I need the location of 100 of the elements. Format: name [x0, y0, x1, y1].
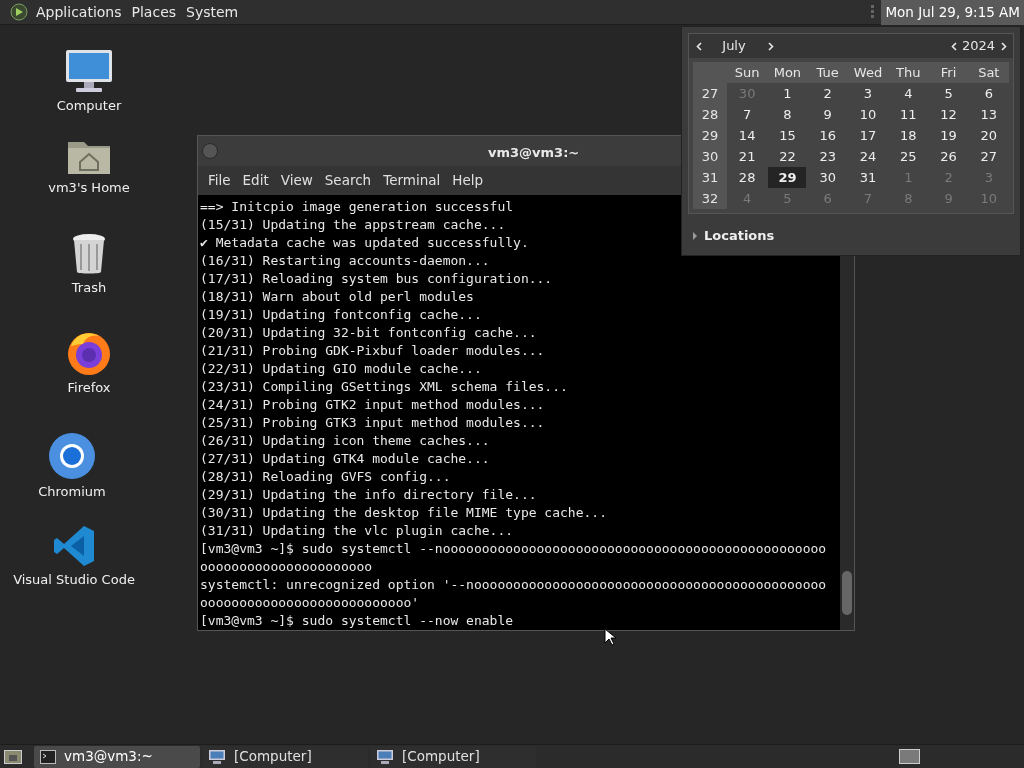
workspace-switcher[interactable]	[899, 749, 920, 764]
calendar-day[interactable]: 22	[768, 146, 807, 167]
calendar-day[interactable]: 8	[768, 104, 807, 125]
terminal-line: (28/31) Reloading GVFS config...	[200, 468, 451, 486]
terminal-line: (25/31) Probing GTK3 input method modules...	[200, 414, 545, 432]
weekday-header: Tue	[815, 64, 840, 82]
calendar-day[interactable]: 5	[929, 83, 968, 104]
calendar-day[interactable]: 12	[929, 104, 968, 125]
terminal-line: (26/31) Updating icon theme caches...	[200, 432, 490, 450]
weekday-header: Sun	[733, 64, 761, 82]
menu-item[interactable]: File	[204, 170, 235, 191]
calendar-day[interactable]: 26	[929, 146, 968, 167]
calendar-day[interactable]: 25	[889, 146, 928, 167]
calendar-day[interactable]: 2	[808, 83, 847, 104]
terminal-line: (29/31) Updating the info directory file...	[200, 486, 537, 504]
calendar-day[interactable]: 20	[969, 125, 1008, 146]
terminal-line: (30/31) Updating the desktop file MIME type cache...	[200, 504, 607, 522]
terminal-icon	[40, 749, 56, 764]
handle-icon	[871, 4, 876, 20]
calendar-day[interactable]: 28	[728, 167, 767, 188]
chevron-right-icon	[1001, 41, 1007, 51]
weekday-header: Wed	[852, 64, 884, 82]
terminal-line: ✔ Metadata cache was updated successfully.	[200, 234, 529, 252]
calendar-day[interactable]: 1	[768, 83, 807, 104]
calendar-day[interactable]: 24	[849, 146, 887, 167]
code-editor-icon	[52, 524, 96, 568]
trash-icon	[70, 232, 108, 276]
weekday-header: Thu	[895, 64, 922, 82]
calendar-day[interactable]: 17	[849, 125, 887, 146]
chevron-right-icon	[768, 41, 774, 51]
calendar-day[interactable]: 21	[728, 146, 767, 167]
calendar-day[interactable]: 30	[808, 167, 847, 188]
calendar-day[interactable]: 31	[849, 167, 887, 188]
window-title: vm3@vm3:~	[488, 144, 580, 162]
calendar-day[interactable]: 27	[969, 146, 1008, 167]
expander-icon	[692, 231, 698, 240]
terminal-line: (27/31) Updating GTK4 module cache...	[200, 450, 490, 468]
year-label: 2024	[961, 37, 995, 56]
calendar-day[interactable]: 14	[728, 125, 767, 146]
terminal-line: (16/31) Restarting accounts-daemon...	[200, 252, 490, 270]
terminal-line: (18/31) Warn about old perl modules	[200, 288, 474, 306]
menu-item[interactable]: Help	[448, 170, 488, 191]
monitor-icon	[208, 748, 226, 765]
panel-menu[interactable]: System	[184, 1, 241, 23]
monitor-icon	[64, 48, 114, 94]
calendar-day[interactable]: 4	[889, 83, 928, 104]
week-number: 27	[700, 85, 720, 103]
locations-expander[interactable]: Locations	[688, 226, 1014, 246]
calendar-day[interactable]: 16	[808, 125, 847, 146]
desktop-icon	[4, 749, 22, 764]
menu-item[interactable]: Terminal	[379, 170, 445, 191]
calendar-day[interactable]: 18	[889, 125, 928, 146]
menu-item[interactable]: Edit	[238, 170, 273, 191]
calendar-day[interactable]: 11	[889, 104, 928, 125]
terminal-line: (15/31) Updating the appstream cache...	[200, 216, 506, 234]
month-label: July	[720, 37, 747, 56]
terminal-line: (19/31) Updating fontconfig cache...	[200, 306, 482, 324]
calendar-day[interactable]: 19	[929, 125, 968, 146]
terminal-line: (31/31) Updating the vlc plugin cache...	[200, 522, 514, 540]
week-number: 31	[700, 169, 720, 187]
calendar-day[interactable]: 13	[969, 104, 1008, 125]
desktop-icon-label[interactable]: Visual Studio Code	[13, 570, 135, 590]
menu-item[interactable]: Search	[320, 170, 376, 191]
desktop-icon-label[interactable]: Computer	[56, 96, 122, 116]
terminal-line: ==> Initcpio image generation successful	[200, 198, 514, 216]
calendar-day[interactable]: 23	[808, 146, 847, 167]
terminal-line: (23/31) Compiling GSettings XML schema files...	[200, 378, 568, 396]
terminal-line: (22/31) Updating GIO module cache...	[200, 360, 482, 378]
week-number: 32	[700, 190, 720, 208]
terminal-line: (21/31) Probing GDK-Pixbuf loader modules...	[200, 342, 545, 360]
desktop-icon-label[interactable]: Firefox	[67, 378, 111, 398]
terminal-line: systemctl: unrecognized option '--noooooooooooooooooooooooooooooooooooooooooooooooooooooooooooooooooooooooo'	[200, 576, 827, 612]
menu-item[interactable]: View	[276, 170, 317, 191]
panel-menu[interactable]: Places	[129, 1, 179, 23]
taskbar-button[interactable]: vm3@vm3:~	[34, 745, 200, 768]
weekday-header: Sat	[977, 64, 1001, 82]
calendar-day[interactable]: 9	[808, 104, 847, 125]
week-number: 28	[700, 106, 720, 124]
desktop-icon-label[interactable]: Chromium	[38, 482, 106, 502]
calendar-day[interactable]: 7	[728, 104, 767, 125]
week-number: 30	[700, 148, 720, 166]
panel-menu[interactable]: Applications	[34, 1, 124, 23]
chevron-left-icon	[696, 41, 702, 51]
terminal-line: (20/31) Updating 32-bit fontconfig cache...	[200, 324, 537, 342]
chevron-left-icon	[950, 41, 957, 51]
monitor-icon	[376, 748, 394, 765]
terminal-line: (17/31) Reloading system bus configuration...	[200, 270, 553, 288]
clock[interactable]: Mon Jul 29, 9:15 AM	[881, 0, 1024, 25]
weekday-header: Fri	[939, 64, 958, 82]
terminal-line: [vm3@vm3 ~]$ sudo systemctl --now enable	[200, 612, 514, 630]
terminal-line: (24/31) Probing GTK2 input method modules...	[200, 396, 545, 414]
calendar-day[interactable]: 15	[768, 125, 807, 146]
calendar-day[interactable]: 3	[849, 83, 887, 104]
logo-icon	[10, 3, 28, 21]
calendar-day[interactable]: 29	[768, 167, 807, 188]
calendar-day[interactable]: 10	[849, 104, 887, 125]
weekday-header: Mon	[772, 64, 803, 82]
desktop-icon-label[interactable]: vm3's Home	[48, 178, 130, 198]
calendar-day[interactable]: 6	[969, 83, 1008, 104]
desktop-icon-label[interactable]: Trash	[71, 278, 107, 298]
